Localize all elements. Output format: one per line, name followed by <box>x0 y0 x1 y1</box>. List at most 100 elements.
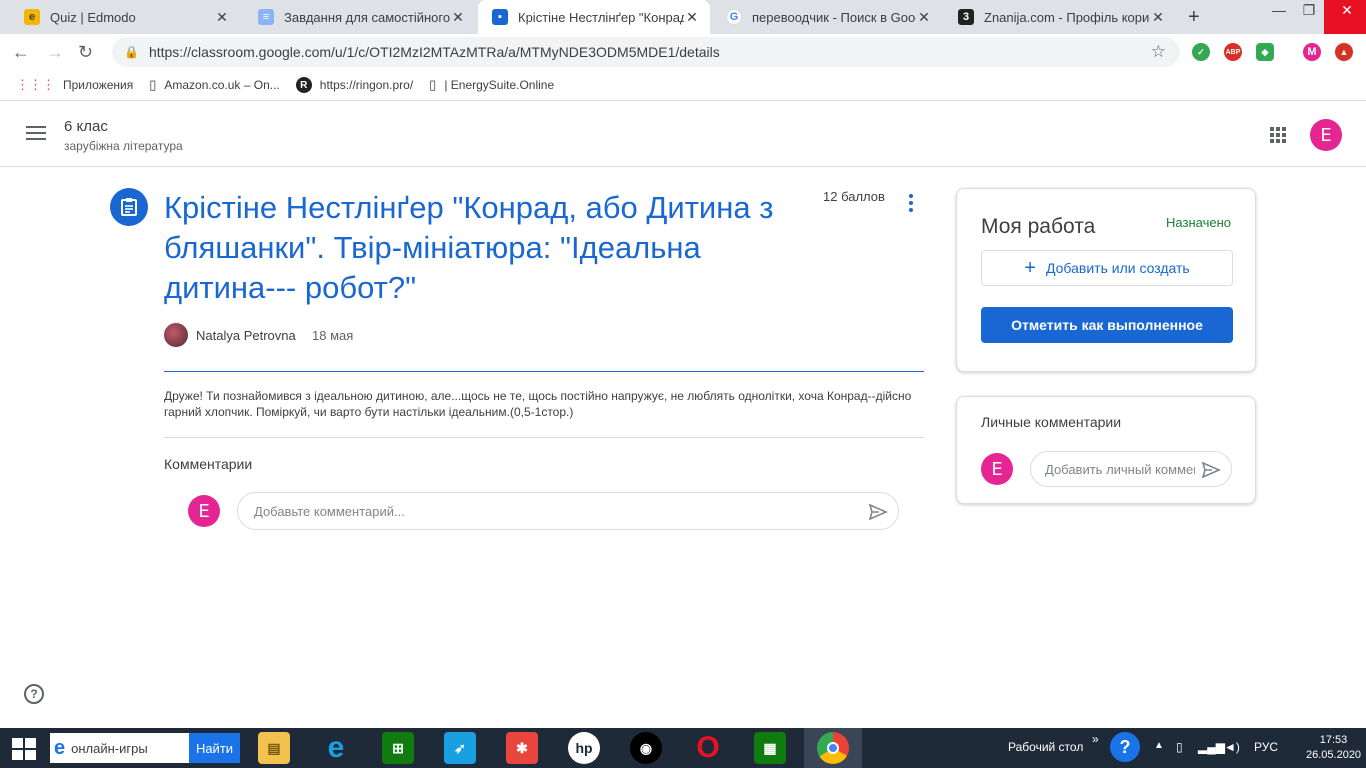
restore-icon[interactable]: ❐ <box>1294 0 1324 34</box>
menu-icon[interactable] <box>26 126 46 144</box>
author-avatar <box>164 323 188 347</box>
page-icon: ▯ <box>149 77 157 92</box>
class-comment-input[interactable]: Добавьте комментарий... <box>237 492 899 530</box>
tab-document[interactable]: ≡ Завдання для самостійного опр ✕ <box>244 0 476 34</box>
tab-google-search[interactable]: G перевоодчик - Поиск в Google ✕ <box>712 0 942 34</box>
help-icon[interactable]: ? <box>24 684 44 704</box>
private-comment-avatar: E <box>981 453 1013 485</box>
send-icon[interactable] <box>1201 460 1221 480</box>
minimize-icon[interactable]: — <box>1264 0 1294 34</box>
clock-time: 17:53 <box>1319 734 1348 746</box>
tab-edmodo[interactable]: e Quiz | Edmodo ✕ <box>10 0 240 34</box>
desktop-label[interactable]: Рабочий стол <box>1008 740 1083 754</box>
private-comments-title: Личные комментарии <box>981 414 1122 430</box>
windows-start-icon[interactable] <box>12 738 36 760</box>
taskbar-search-input[interactable]: e онлайн-игры <box>50 733 189 763</box>
windows-taskbar: e онлайн-игры Найти ▤ e ⊞ ➶ ✱ hp ◉ O ▦ Р… <box>0 728 1366 768</box>
divider <box>164 371 924 372</box>
edmodo-icon: e <box>24 9 40 25</box>
bookmark-energysuite[interactable]: ▯ | EnergySuite.Online <box>429 77 554 93</box>
bookmark-ringon[interactable]: R https://ringon.pro/ <box>295 77 413 93</box>
hp-icon[interactable]: hp <box>568 732 600 764</box>
google-apps-icon[interactable] <box>1270 127 1286 143</box>
window-controls: — ❐ ✕ <box>1264 0 1366 34</box>
tab-title: Крістіне Нестлінґер "Конрад, аб <box>518 9 684 25</box>
rocket-app-icon[interactable]: ➶ <box>444 732 476 764</box>
chevron-icon[interactable]: » <box>1092 732 1099 746</box>
file-explorer-icon[interactable]: ▤ <box>258 732 290 764</box>
new-tab-button[interactable]: + <box>1188 6 1200 29</box>
browser-tab-strip: e Quiz | Edmodo ✕ ≡ Завдання для самості… <box>0 0 1366 34</box>
close-tab-icon[interactable]: ✕ <box>1150 9 1166 26</box>
address-bar[interactable]: 🔒 https://classroom.google.com/u/1/c/OTI… <box>112 37 1180 67</box>
network-icon[interactable]: ▂▄▆ <box>1198 740 1225 754</box>
lock-icon: 🔒 <box>124 45 139 59</box>
private-comment-input[interactable]: Добавить личный комментарий... <box>1030 451 1232 487</box>
puzzle-app-icon[interactable]: ✱ <box>506 732 538 764</box>
check-extension-icon[interactable]: ✓ <box>1192 43 1210 61</box>
mark-as-done-button[interactable]: Отметить как выполненное <box>981 307 1233 343</box>
volume-icon[interactable]: ◄) <box>1224 740 1240 754</box>
internet-explorer-icon[interactable]: e <box>320 731 352 764</box>
camera-app-icon[interactable]: ◉ <box>630 732 662 764</box>
close-tab-icon[interactable]: ✕ <box>450 9 466 26</box>
my-work-card: Моя работа Назначено + Добавить или созд… <box>956 188 1256 372</box>
add-or-create-button[interactable]: + Добавить или создать <box>981 250 1233 286</box>
private-comments-card: Личные комментарии E Добавить личный ком… <box>956 396 1256 504</box>
status-badge: Назначено <box>1166 215 1231 230</box>
my-work-title: Моя работа <box>981 215 1096 238</box>
author-name: Natalya Petrovna <box>196 328 296 343</box>
close-tab-icon[interactable]: ✕ <box>684 9 700 26</box>
assignment-points: 12 баллов <box>823 189 885 204</box>
assignment-description: Друже! Ти познайомився з ідеальною дитин… <box>164 389 912 419</box>
forward-icon[interactable]: → <box>46 42 64 63</box>
class-name[interactable]: 6 клас <box>64 118 108 135</box>
assignment-icon <box>110 188 148 226</box>
tab-title: Завдання для самостійного опр <box>284 9 450 25</box>
tray-expand-icon[interactable]: ▲ <box>1154 740 1164 751</box>
store-icon[interactable]: ⊞ <box>382 732 414 764</box>
help-tray-icon[interactable]: ? <box>1110 732 1140 762</box>
opera-icon[interactable]: O <box>692 731 724 764</box>
bookmark-label: Приложения <box>63 78 134 92</box>
account-avatar[interactable]: E <box>1310 119 1342 151</box>
reload-icon[interactable]: ↻ <box>78 42 93 63</box>
add-label: Добавить или создать <box>1045 260 1190 276</box>
profile-m-icon[interactable]: M <box>1303 43 1321 61</box>
google-icon: G <box>726 9 742 25</box>
comment-avatar: E <box>188 495 220 527</box>
send-icon[interactable] <box>868 502 888 522</box>
close-tab-icon[interactable]: ✕ <box>916 9 932 26</box>
browser-toolbar: ← → ↻ 🔒 https://classroom.google.com/u/1… <box>0 34 1366 70</box>
bookmarks-bar: ⋮⋮⋮ Приложения ▯ Amazon.co.uk – On... R … <box>0 70 1366 101</box>
adblock-icon[interactable]: ABP <box>1224 43 1242 61</box>
search-button[interactable]: Найти <box>189 733 240 763</box>
bookmark-label: Amazon.co.uk – On... <box>164 78 280 92</box>
tab-title: перевоодчик - Поиск в Google <box>752 9 916 25</box>
calculator-icon[interactable]: ▦ <box>754 732 786 764</box>
close-tab-icon[interactable]: ✕ <box>214 9 230 26</box>
ie-search-icon: e <box>54 736 66 759</box>
tab-classroom[interactable]: ▪ Крістіне Нестлінґер "Конрад, аб ✕ <box>478 0 710 34</box>
assignment-title: Крістіне Нестлінґер "Конрад, або Дитина … <box>164 190 774 305</box>
bookmark-amazon[interactable]: ▯ Amazon.co.uk – On... <box>149 77 280 93</box>
more-options-icon[interactable] <box>909 194 913 215</box>
clock[interactable]: 17:53 26.05.2020 <box>1306 733 1361 763</box>
tab-znanija[interactable]: 3 Znanija.com - Профіль користув ✕ <box>944 0 1176 34</box>
device-icon[interactable]: ▯ <box>1176 740 1183 754</box>
chrome-icon[interactable] <box>817 732 849 764</box>
close-window-icon[interactable]: ✕ <box>1324 0 1366 34</box>
tab-title: Quiz | Edmodo <box>50 9 136 25</box>
classroom-header: 6 клас зарубіжна література E <box>0 102 1366 167</box>
apps-grid-icon: ⋮⋮⋮ <box>16 77 55 92</box>
shield-extension-icon[interactable]: ◆ <box>1256 43 1274 61</box>
clock-date: 26.05.2020 <box>1306 749 1362 761</box>
language-indicator[interactable]: РУС <box>1254 740 1278 754</box>
bookmark-apps[interactable]: ⋮⋮⋮ Приложения <box>16 77 133 93</box>
divider <box>164 437 924 438</box>
bookmark-star-icon[interactable]: ☆ <box>1151 42 1166 62</box>
classroom-icon: ▪ <box>492 9 508 25</box>
post-date: 18 мая <box>312 328 354 343</box>
back-icon[interactable]: ← <box>12 42 30 63</box>
upload-extension-icon[interactable]: ▲ <box>1335 43 1353 61</box>
